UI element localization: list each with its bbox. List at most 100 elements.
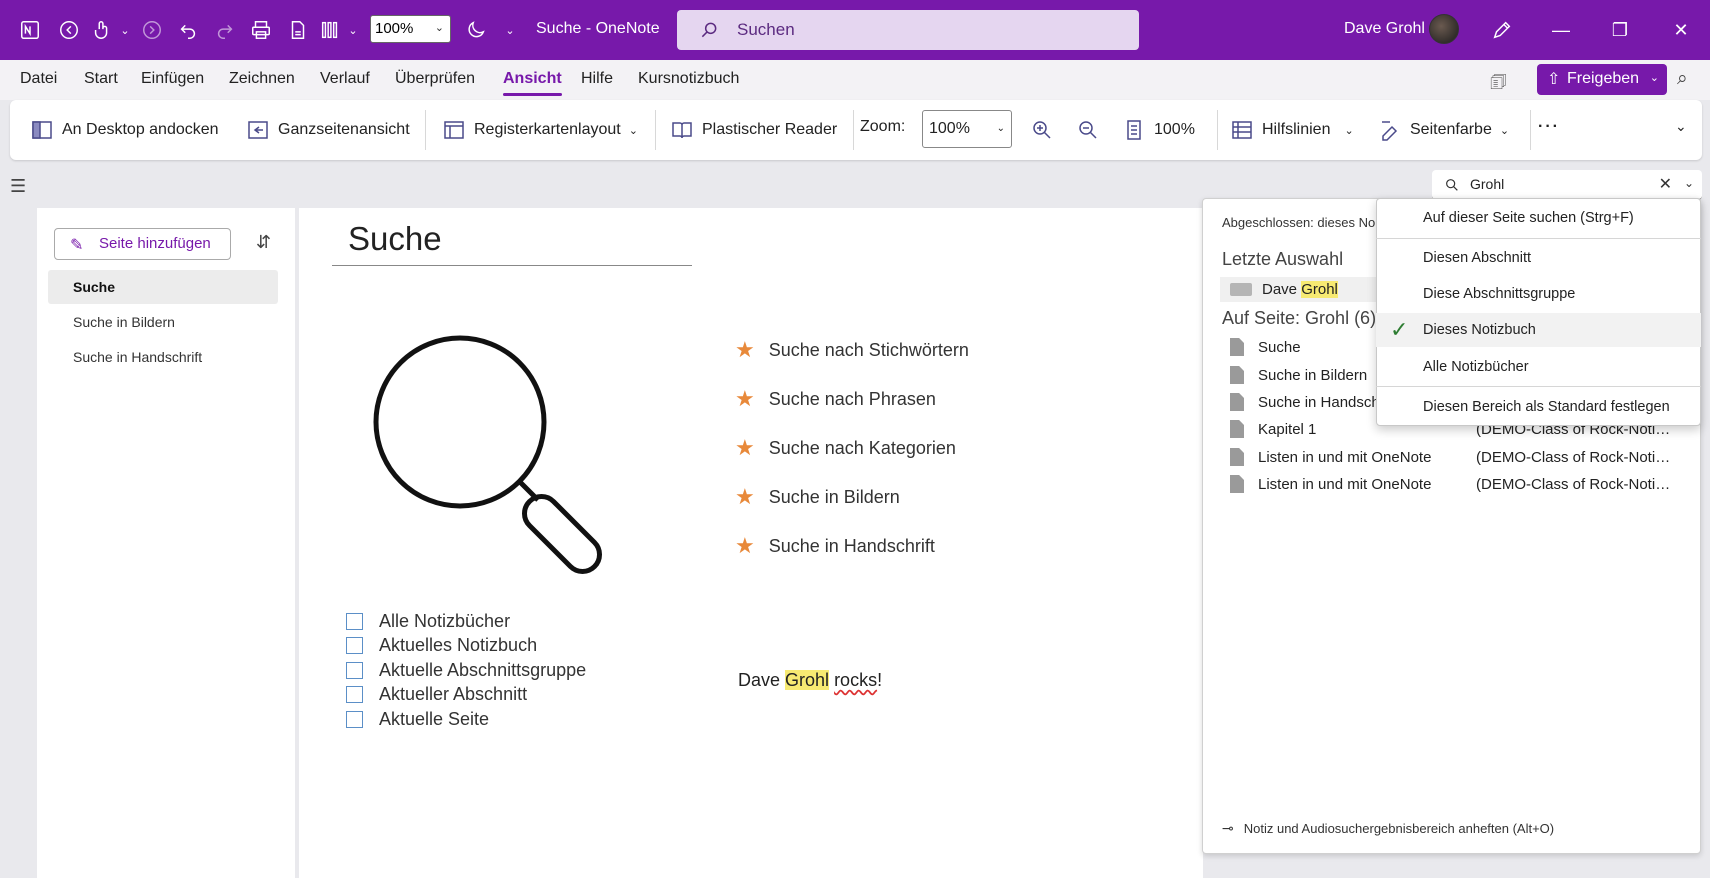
rule-lines-button[interactable]: Hilfslinien ⌄ bbox=[1230, 118, 1354, 142]
scope-option-this-section[interactable]: Diesen Abschnitt bbox=[1376, 241, 1701, 275]
scope-checkbox-row[interactable]: Aktueller Abschnitt bbox=[346, 684, 527, 705]
note-text-end: ! bbox=[877, 670, 883, 690]
chevron-down-icon[interactable]: ⌄ bbox=[339, 16, 367, 44]
scope-checkbox-row[interactable]: Aktuelle Abschnittsgruppe bbox=[346, 660, 586, 681]
result-row[interactable]: Suche in Bildern bbox=[1230, 366, 1367, 384]
collapse-ribbon-icon[interactable]: ⌄ bbox=[1675, 118, 1687, 135]
search-bar[interactable]: Suchen bbox=[677, 10, 1139, 50]
share-icon: ⇧ bbox=[1547, 71, 1561, 88]
back-icon[interactable] bbox=[55, 16, 83, 44]
quick-zoom-select[interactable]: 100% ⌄ bbox=[370, 15, 451, 43]
checkbox[interactable] bbox=[346, 662, 363, 679]
restore-button[interactable]: ❐ bbox=[1605, 16, 1635, 44]
undo-icon[interactable] bbox=[174, 16, 202, 44]
search-scope-chevron-icon[interactable]: ⌄ bbox=[1684, 176, 1694, 190]
scope-checkbox-row[interactable]: Aktuelles Notizbuch bbox=[346, 635, 537, 656]
star-icon: ★ bbox=[735, 386, 755, 411]
page-item-suche-in-bildern[interactable]: Suche in Bildern bbox=[48, 305, 278, 339]
page-item-suche-in-handschrift[interactable]: Suche in Handschrift bbox=[48, 340, 278, 374]
scope-option-this-section-group[interactable]: Diese Abschnittsgruppe bbox=[1376, 277, 1701, 311]
result-row[interactable]: Suche bbox=[1230, 338, 1301, 356]
checkbox[interactable] bbox=[346, 637, 363, 654]
result-page: Suche in Bildern bbox=[1258, 366, 1368, 384]
chevron-down-icon: ⌄ bbox=[1499, 124, 1510, 137]
scope-option-all-notebooks[interactable]: Alle Notizbücher bbox=[1376, 350, 1701, 384]
scope-option-this-notebook[interactable]: ✓ Dieses Notizbuch bbox=[1376, 313, 1701, 347]
zoom-out-button[interactable] bbox=[1076, 118, 1100, 142]
checkbox[interactable] bbox=[346, 686, 363, 703]
menu-zeichnen[interactable]: Zeichnen bbox=[229, 70, 295, 88]
forward-icon[interactable] bbox=[138, 16, 166, 44]
magnifier-icon bbox=[373, 335, 603, 575]
sort-pages-icon[interactable]: ⇵ bbox=[256, 232, 271, 253]
result-row[interactable]: Suche in Handsch bbox=[1230, 393, 1380, 411]
zoom-select[interactable]: 100% ⌄ bbox=[922, 110, 1012, 148]
menu-ueberpruefen[interactable]: Überprüfen bbox=[395, 70, 475, 88]
page-icon bbox=[1230, 475, 1244, 493]
avatar[interactable] bbox=[1429, 14, 1459, 44]
menu-hilfe[interactable]: Hilfe bbox=[581, 70, 613, 88]
add-page-button[interactable]: ✎ Seite hinzufügen bbox=[54, 228, 231, 260]
scope-label: Aktuelles Notizbuch bbox=[379, 635, 538, 655]
chevron-down-icon: ⌄ bbox=[628, 124, 638, 137]
star-icon: ★ bbox=[735, 435, 755, 460]
zoom-in-button[interactable] bbox=[1030, 118, 1054, 142]
menu-kursnotizbuch[interactable]: Kursnotizbuch bbox=[638, 70, 739, 88]
scope-checkbox-row[interactable]: Alle Notizbücher bbox=[346, 611, 510, 632]
close-button[interactable]: ✕ bbox=[1666, 16, 1696, 44]
share-button[interactable]: ⇧ Freigeben ⌄ bbox=[1537, 64, 1667, 95]
page-color-button[interactable]: Seitenfarbe ⌄ bbox=[1378, 118, 1509, 142]
zoom-label-text: Zoom: bbox=[860, 118, 906, 135]
page-setup-icon[interactable] bbox=[284, 16, 312, 44]
recent-picks-header: Letzte Auswahl bbox=[1222, 249, 1344, 269]
note-text-line[interactable]: Dave Grohl rocks! bbox=[738, 670, 882, 691]
result-row[interactable]: Listen in und mit OneNote (DEMO-Class of… bbox=[1230, 448, 1676, 466]
search-status: Abgeschlossen: dieses No bbox=[1222, 215, 1376, 230]
immersive-reader-button[interactable]: Plastischer Reader bbox=[670, 118, 837, 142]
full-page-icon bbox=[248, 121, 268, 139]
result-row[interactable]: Listen in und mit OneNote (DEMO-Class of… bbox=[1230, 475, 1676, 493]
checkbox[interactable] bbox=[346, 613, 363, 630]
user-name[interactable]: Dave Grohl bbox=[1344, 20, 1425, 38]
full-page-view-button[interactable]: Ganzseitenansicht bbox=[246, 118, 410, 142]
chevron-down-icon[interactable]: ⌄ bbox=[111, 16, 139, 44]
premium-diamond-icon[interactable] bbox=[1488, 16, 1516, 44]
menu-start[interactable]: Start bbox=[84, 70, 118, 88]
menu-datei[interactable]: Datei bbox=[20, 70, 57, 88]
dark-mode-icon[interactable] bbox=[462, 16, 490, 44]
sticky-notes-icon[interactable]: 🗊 bbox=[1490, 70, 1507, 100]
menu-divider bbox=[1376, 386, 1701, 387]
pin-results-button[interactable]: ⊸ Notiz und Audiosuchergebnisbereich anh… bbox=[1222, 820, 1554, 837]
page-color-label: Seitenfarbe bbox=[1410, 121, 1492, 138]
dock-icon bbox=[32, 121, 52, 139]
recent-pick-item[interactable]: Dave Grohl bbox=[1220, 277, 1380, 302]
result-notebook: (DEMO-Class of Rock-Notizb... bbox=[1476, 448, 1676, 466]
comments-icon[interactable]: ⌕ bbox=[1677, 68, 1688, 90]
chevron-down-icon[interactable]: ⌄ bbox=[1650, 71, 1659, 84]
page-title[interactable]: Suche bbox=[348, 220, 442, 258]
checkbox[interactable] bbox=[346, 711, 363, 728]
page-item-suche[interactable]: Suche bbox=[48, 270, 278, 304]
zoom-100-button[interactable]: 100% bbox=[1122, 118, 1195, 142]
tab-layout-button[interactable]: Registerkartenlayout ⌄ bbox=[442, 118, 638, 142]
scope-option-this-page[interactable]: Auf dieser Seite suchen (Strg+F) bbox=[1376, 201, 1701, 235]
print-icon[interactable] bbox=[247, 16, 275, 44]
menu-ansicht[interactable]: Ansicht bbox=[503, 70, 562, 96]
find-input[interactable]: Grohl ✕ ⌄ bbox=[1432, 170, 1702, 200]
search-bar-placeholder: Suchen bbox=[737, 20, 795, 39]
scope-label: Alle Notizbücher bbox=[379, 611, 511, 631]
minimize-button[interactable]: — bbox=[1546, 16, 1576, 44]
menu-verlauf[interactable]: Verlauf bbox=[320, 70, 370, 88]
dock-to-desktop-button[interactable]: An Desktop andocken bbox=[30, 118, 219, 142]
clear-search-icon[interactable]: ✕ bbox=[1659, 174, 1672, 194]
scope-label: Aktuelle Abschnittsgruppe bbox=[379, 660, 587, 680]
scope-checkbox-row[interactable]: Aktuelle Seite bbox=[346, 709, 489, 730]
menu-einfuegen[interactable]: Einfügen bbox=[141, 70, 204, 88]
customize-toolbar-icon[interactable]: ⌄ bbox=[496, 16, 524, 44]
redo-icon[interactable] bbox=[211, 16, 239, 44]
result-page: Listen in und mit OneNote bbox=[1258, 475, 1432, 493]
more-options-button[interactable]: ··· bbox=[1538, 118, 1560, 136]
scope-option-set-default[interactable]: Diesen Bereich als Standard festlegen bbox=[1376, 390, 1701, 424]
result-row[interactable]: Kapitel 1 (DEMO-Class of Rock-Notizb... bbox=[1230, 420, 1676, 438]
navigation-menu-icon[interactable]: ☰ bbox=[10, 176, 26, 197]
